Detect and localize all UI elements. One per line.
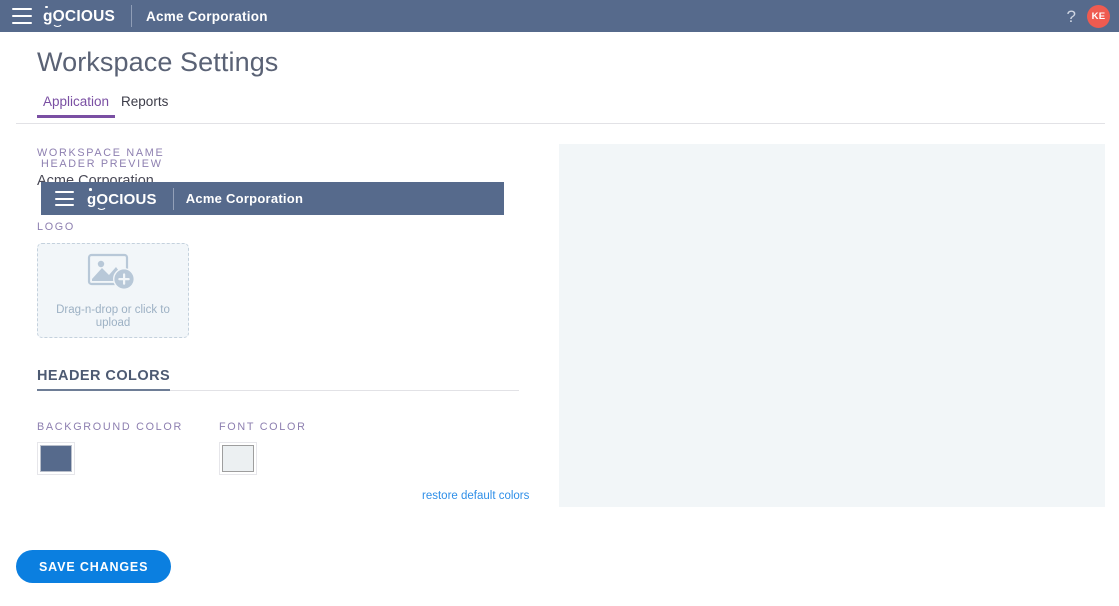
header-preview-panel xyxy=(559,144,1105,507)
help-icon[interactable]: ? xyxy=(1067,8,1076,25)
background-color-group: BACKGROUND COLOR xyxy=(37,420,219,475)
tab-reports[interactable]: Reports xyxy=(115,94,174,118)
font-color-label: FONT COLOR xyxy=(219,421,307,433)
header-divider xyxy=(131,5,133,27)
hamburger-menu-icon[interactable] xyxy=(12,8,32,24)
avatar[interactable]: KE xyxy=(1087,4,1110,28)
header-preview-label: HEADER PREVIEW xyxy=(41,158,163,170)
hamburger-line xyxy=(12,22,32,24)
preview-hamburger-menu-icon xyxy=(55,191,74,206)
image-plus-icon xyxy=(86,252,140,297)
header-preview-bar: gOCIOUS Acme Corporation xyxy=(41,182,504,215)
tab-bar: Application Reports xyxy=(37,94,174,118)
hamburger-line xyxy=(55,197,74,200)
preview-gocious-logo: gOCIOUS xyxy=(87,188,157,210)
logo-dropzone[interactable]: Drag-n-drop or click to upload xyxy=(37,243,189,338)
logo-smile-icon xyxy=(51,21,63,28)
gocious-logo[interactable]: gOCIOUS xyxy=(43,5,115,28)
logo-label: LOGO xyxy=(37,221,75,233)
header-workspace-title: Acme Corporation xyxy=(146,8,268,24)
preview-header-divider xyxy=(172,187,174,210)
save-changes-button[interactable]: SAVE CHANGES xyxy=(16,550,172,583)
app-header: gOCIOUS Acme Corporation ? KE xyxy=(0,0,1119,32)
font-color-picker[interactable] xyxy=(219,442,257,475)
hamburger-line xyxy=(55,204,74,206)
preview-workspace-title: Acme Corporation xyxy=(185,191,304,206)
color-pickers: BACKGROUND COLOR FONT COLOR xyxy=(37,420,519,475)
hamburger-line xyxy=(12,15,32,17)
tab-application[interactable]: Application xyxy=(37,94,116,118)
logo-dropzone-text: Drag-n-drop or click to upload xyxy=(56,303,170,329)
hamburger-line xyxy=(55,191,74,193)
header-colors-title: HEADER COLORS xyxy=(37,368,171,391)
hamburger-line xyxy=(12,8,32,10)
font-color-swatch xyxy=(222,445,254,472)
font-color-group: FONT COLOR xyxy=(219,420,307,475)
background-color-picker[interactable] xyxy=(37,442,75,475)
page-title: Workspace Settings xyxy=(37,47,279,77)
background-color-swatch xyxy=(40,445,72,472)
tab-bar-divider xyxy=(16,123,1105,124)
logo-dot-icon xyxy=(45,5,48,9)
restore-default-colors-link[interactable]: restore default colors xyxy=(422,489,529,503)
logo-smile-icon xyxy=(95,204,107,210)
background-color-label: BACKGROUND COLOR xyxy=(37,421,183,433)
header-actions: ? KE xyxy=(1067,4,1119,28)
header-colors-section: HEADER COLORS xyxy=(37,367,519,391)
logo-dot-icon xyxy=(89,188,92,191)
